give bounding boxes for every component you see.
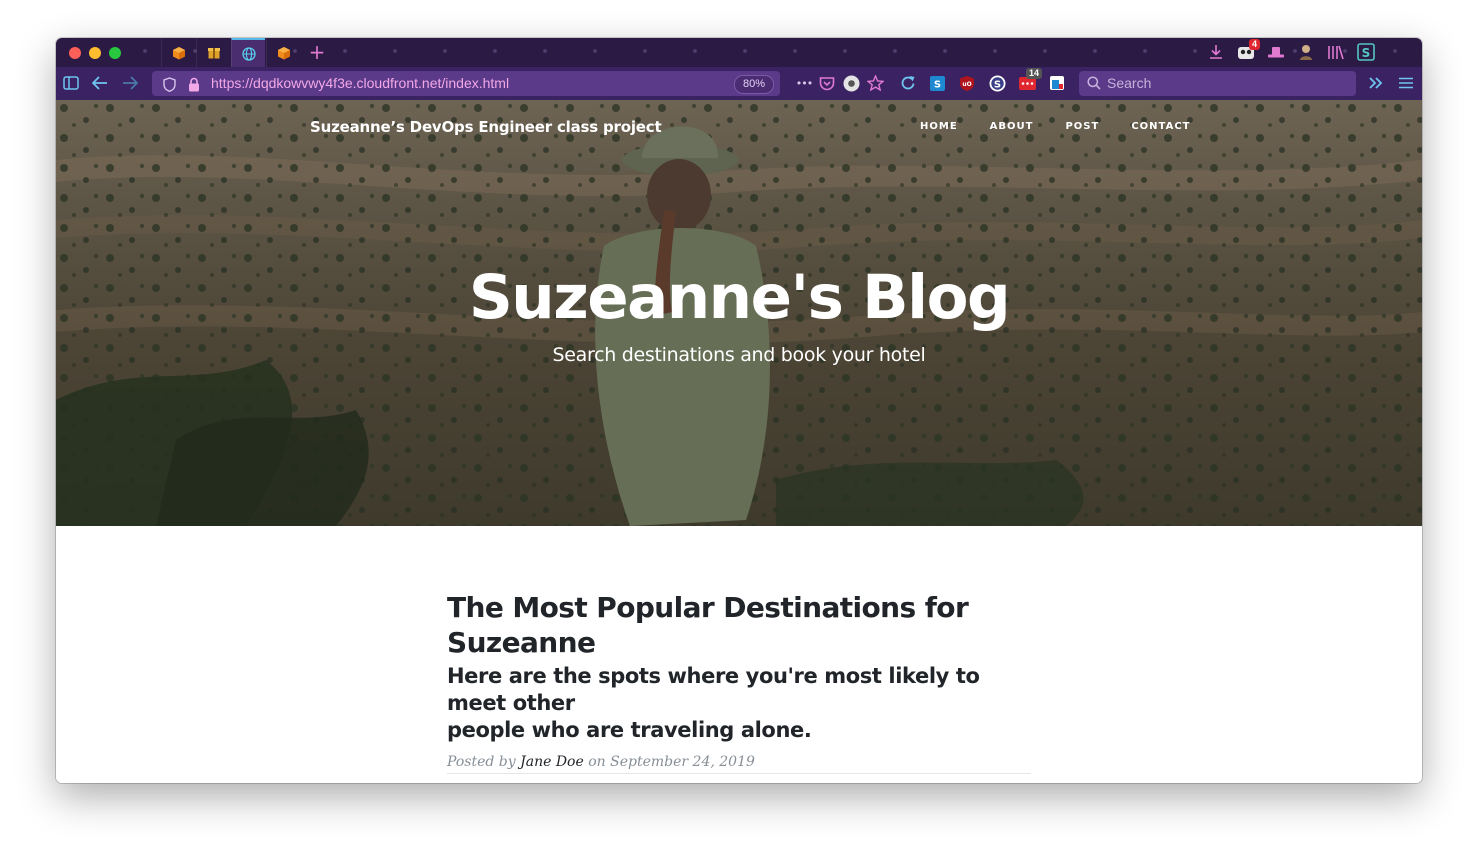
post-meta-on: on — [583, 754, 611, 770]
extension-badge: 4 — [1248, 39, 1260, 50]
post-date: September 24, 2019 — [610, 754, 755, 770]
url-prefix: https:// — [211, 75, 254, 91]
browser-window: + 4 S https://dqdkowvwy4f3e.cloudfront.n… — [56, 38, 1422, 783]
extension-count-badge: 14 — [1025, 68, 1042, 79]
nav-home[interactable]: HOME — [920, 121, 958, 132]
site-brand[interactable]: Suzeanne’s DevOps Engineer class project — [310, 118, 662, 136]
hero-header: Suzeanne’s DevOps Engineer class project… — [56, 100, 1422, 526]
site-nav: HOME ABOUT POST CONTACT — [920, 121, 1222, 132]
library-icon[interactable] — [1326, 42, 1346, 62]
reader-star-circle-icon[interactable] — [842, 74, 860, 92]
globe-icon — [241, 46, 256, 61]
user-avatar-icon[interactable] — [1296, 42, 1316, 62]
back-arrow-icon[interactable] — [91, 74, 109, 92]
post-subtitle-line-2[interactable]: people who are traveling alone. — [447, 718, 812, 742]
ublock-icon[interactable]: uO — [958, 74, 976, 92]
zoom-window-button[interactable] — [109, 47, 121, 59]
synced-tabs-icon[interactable]: S — [1356, 42, 1376, 62]
post-meta-prefix: Posted by — [447, 754, 521, 770]
orange-cube-icon — [278, 46, 290, 59]
hat-icon[interactable] — [1266, 42, 1286, 62]
package-box-icon — [208, 47, 220, 58]
svg-text:S: S — [933, 79, 940, 90]
post-meta: Posted by Jane Doe on September 24, 2019 — [447, 754, 1031, 770]
close-window-button[interactable] — [69, 47, 81, 59]
extension-monster-icon[interactable]: 4 — [1236, 39, 1260, 62]
tab-4[interactable] — [266, 38, 301, 67]
downloads-icon[interactable] — [1206, 42, 1226, 62]
lock-icon[interactable] — [185, 75, 203, 93]
reload-icon[interactable] — [899, 74, 917, 92]
hero-title: Suzeanne's Blog — [468, 262, 1011, 333]
forward-arrow-icon[interactable] — [121, 74, 139, 92]
tab-3[interactable] — [231, 38, 265, 67]
svg-text:S: S — [993, 79, 1000, 90]
extension-s-circle-icon[interactable]: S — [988, 74, 1006, 92]
extension-s-blue-icon[interactable]: S — [928, 74, 946, 92]
navigation-toolbar: https://dqdkowvwy4f3e.cloudfront.net/ind… — [56, 67, 1422, 101]
tab-strip: + 4 S — [56, 38, 1422, 67]
post-title[interactable]: The Most Popular Destinations for Suzean… — [447, 590, 1031, 660]
svg-text:uO: uO — [962, 81, 971, 88]
extension-window-icon[interactable] — [1048, 74, 1066, 92]
post-divider — [447, 773, 1031, 774]
nav-about[interactable]: ABOUT — [990, 121, 1034, 132]
tab-2[interactable] — [196, 38, 231, 67]
zoom-level-badge[interactable]: 80% — [734, 75, 775, 94]
hero-subtitle: Search destinations and book your hotel — [552, 344, 926, 366]
search-box[interactable]: Search — [1079, 71, 1356, 96]
tab-1[interactable] — [161, 38, 196, 67]
post-author[interactable]: Jane Doe — [520, 754, 584, 770]
post-subtitle-line-1[interactable]: Here are the spots where you're most lik… — [447, 664, 980, 715]
url-path: /index.html — [441, 75, 510, 91]
new-tab-button[interactable]: + — [306, 40, 328, 64]
overflow-chevrons-icon[interactable] — [1367, 74, 1385, 92]
search-icon — [1085, 74, 1103, 92]
minimize-window-button[interactable] — [89, 47, 101, 59]
extension-red-dots-icon[interactable]: 14 — [1018, 68, 1042, 92]
post-title-line-2[interactable]: Suzeanne — [447, 626, 596, 659]
bookmark-star-icon[interactable] — [866, 74, 884, 92]
tracking-shield-icon[interactable] — [160, 75, 178, 93]
web-page: Suzeanne’s DevOps Engineer class project… — [56, 100, 1422, 783]
post-title-line-1[interactable]: The Most Popular Destinations for — [447, 591, 969, 624]
url-host: dqdkowvwy4f3e.cloudfront.net — [253, 75, 442, 91]
svg-text:S: S — [1362, 46, 1371, 60]
nav-post[interactable]: POST — [1065, 121, 1099, 132]
orange-cube-icon — [173, 46, 185, 59]
nav-contact[interactable]: CONTACT — [1131, 121, 1190, 132]
search-placeholder: Search — [1107, 75, 1152, 91]
post-subtitle[interactable]: Here are the spots where you're most lik… — [447, 663, 1031, 744]
url-bar[interactable]: https://dqdkowvwy4f3e.cloudfront.net/ind… — [152, 71, 780, 96]
hamburger-menu-icon[interactable] — [1397, 74, 1415, 92]
url-text[interactable]: https://dqdkowvwy4f3e.cloudfront.net/ind… — [211, 71, 509, 96]
pocket-icon[interactable] — [818, 74, 836, 92]
sidebar-toggle-icon[interactable] — [62, 74, 80, 92]
post-preview[interactable]: The Most Popular Destinations for Suzean… — [447, 590, 1031, 770]
page-actions-menu[interactable]: ••• — [794, 74, 814, 92]
